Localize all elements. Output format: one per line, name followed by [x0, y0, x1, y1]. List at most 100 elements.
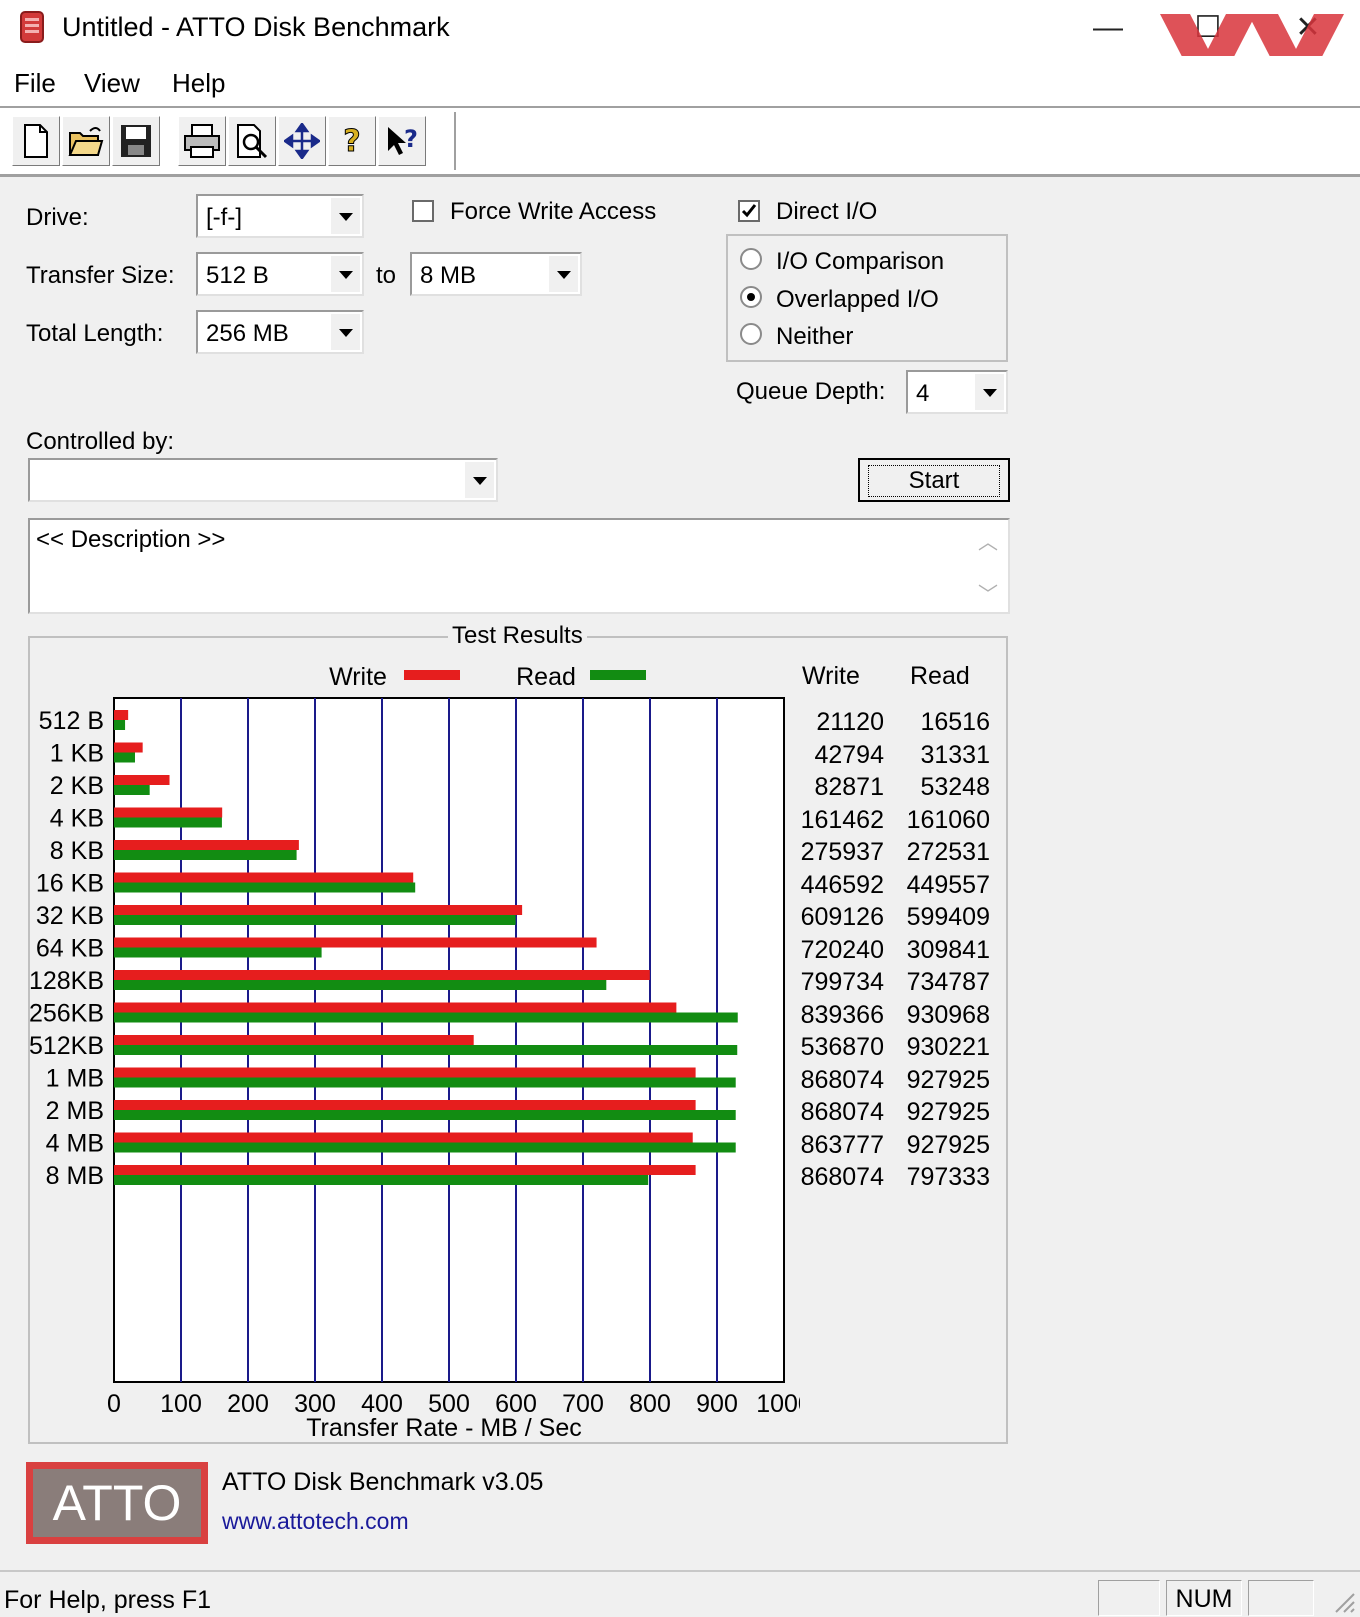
legend-read-swatch — [590, 670, 646, 680]
version-text: ATTO Disk Benchmark v3.05 — [222, 1468, 544, 1496]
y-label-4: 8 KB — [50, 837, 104, 865]
menu-view[interactable]: View — [84, 68, 140, 99]
chevron-down-icon[interactable] — [330, 198, 360, 234]
print-preview-icon[interactable] — [228, 116, 276, 166]
read-value: 797333 — [906, 1163, 990, 1191]
x-tick-200: 200 — [227, 1390, 269, 1418]
read-value: 449557 — [906, 870, 990, 899]
controlled-by-label: Controlled by: — [26, 428, 175, 455]
chevron-down-icon[interactable] — [548, 256, 578, 292]
y-label-6: 32 KB — [36, 902, 104, 930]
y-label-0: 512 B — [39, 707, 104, 735]
context-help-icon[interactable]: ? — [378, 116, 426, 166]
bar-read-8 — [114, 980, 607, 990]
bar-read-7 — [114, 947, 322, 958]
chevron-down-icon[interactable] — [464, 462, 494, 498]
x-tick-800: 800 — [629, 1390, 671, 1418]
write-value: 868074 — [800, 1163, 884, 1191]
read-value: 927925 — [906, 1065, 990, 1094]
drive-select[interactable]: [-f-] — [196, 194, 364, 238]
chevron-down-icon[interactable] — [330, 314, 360, 350]
force-write-checkbox[interactable] — [412, 200, 434, 222]
open-folder-icon[interactable] — [62, 116, 110, 166]
write-value: 536870 — [800, 1033, 884, 1061]
direct-io-checkbox[interactable] — [738, 200, 760, 222]
status-divider — [0, 1570, 1360, 1572]
col-read-header: Read — [910, 662, 970, 690]
bar-write-7 — [114, 937, 597, 948]
app-disk-icon[interactable] — [18, 10, 46, 44]
status-panel-scroll — [1248, 1580, 1314, 1616]
svg-text:?: ? — [404, 125, 418, 153]
status-panel-num: NUM — [1166, 1580, 1242, 1616]
controlled-by-select[interactable] — [28, 458, 498, 502]
scroll-down-icon[interactable]: ﹀ — [978, 578, 998, 607]
x-axis-label: Transfer Rate - MB / Sec — [306, 1414, 582, 1442]
bar-read-5 — [114, 882, 416, 893]
chevron-down-icon[interactable] — [974, 374, 1004, 410]
read-value: 31331 — [920, 740, 990, 769]
transfer-size-to-select[interactable]: 8 MB — [410, 252, 582, 296]
read-value: 927925 — [906, 1130, 990, 1159]
overlapped-io-label: Overlapped I/O — [776, 286, 939, 313]
read-value: 930968 — [906, 1000, 990, 1029]
bar-write-4 — [114, 840, 299, 850]
bar-read-4 — [114, 850, 297, 860]
bar-write-0 — [114, 710, 129, 720]
transfer-size-from-select[interactable]: 512 B — [196, 252, 364, 296]
description-textarea[interactable]: << Description >> ︿ ﹀ — [28, 518, 1010, 614]
neither-radio[interactable] — [740, 323, 762, 345]
bar-read-1 — [114, 752, 135, 763]
legend-read-label: Read — [516, 663, 576, 691]
x-tick-1000: 1000 — [756, 1390, 800, 1418]
new-file-icon[interactable] — [12, 116, 60, 166]
transfer-rate-chart: Write Read 512 B 1 KB 2 KB 4 KB 8 KB 16 KB 32 … — [30, 663, 800, 1442]
bar-read-0 — [114, 720, 126, 730]
scroll-up-icon[interactable]: ︿ — [978, 526, 998, 555]
y-label-10: 512KB — [30, 1032, 104, 1060]
y-label-9: 256KB — [30, 1000, 104, 1028]
help-icon[interactable]: ? — [328, 116, 376, 166]
print-icon[interactable] — [178, 116, 226, 166]
x-tick-0: 0 — [107, 1390, 121, 1418]
queue-depth-value: 4 — [916, 380, 930, 407]
legend-write-swatch — [404, 670, 460, 680]
website-link[interactable]: www.attotech.com — [222, 1508, 409, 1535]
bar-read-14 — [114, 1175, 649, 1185]
total-length-select[interactable]: 256 MB — [196, 310, 364, 354]
start-button[interactable]: Start — [858, 458, 1010, 502]
write-value: 42794 — [814, 740, 884, 769]
write-value: 720240 — [800, 935, 884, 964]
bar-read-12 — [114, 1110, 736, 1120]
menu-file[interactable]: File — [14, 68, 56, 99]
bar-read-6 — [114, 915, 516, 925]
legend-write-label: Write — [329, 663, 387, 691]
transfer-to-value: 8 MB — [420, 262, 477, 289]
write-value: 839366 — [800, 1000, 884, 1029]
checkmark-icon — [741, 204, 757, 218]
atto-logo: ATTO — [26, 1462, 208, 1544]
bar-write-9 — [114, 1002, 677, 1013]
y-label-3: 4 KB — [50, 805, 104, 833]
queue-depth-select[interactable]: 4 — [906, 370, 1008, 414]
move-icon[interactable] — [278, 116, 326, 166]
menu-help[interactable]: Help — [172, 68, 225, 99]
minimize-button[interactable]: — — [1085, 8, 1131, 48]
col-write-header: Write — [802, 662, 860, 690]
resize-grip-icon[interactable] — [1332, 1590, 1356, 1614]
write-value: 275937 — [800, 838, 884, 866]
write-value: 609126 — [800, 903, 884, 931]
overlapped-io-radio[interactable] — [740, 286, 762, 308]
y-label-12: 2 MB — [46, 1097, 104, 1125]
start-label: Start — [867, 465, 1001, 497]
direct-io-label: Direct I/O — [776, 198, 878, 225]
y-label-14: 8 MB — [46, 1162, 104, 1190]
bar-read-10 — [114, 1045, 738, 1055]
read-value: 930221 — [906, 1033, 990, 1061]
read-value: 927925 — [906, 1098, 990, 1126]
io-comparison-radio[interactable] — [740, 248, 762, 270]
chevron-down-icon[interactable] — [330, 256, 360, 292]
y-label-8: 128KB — [30, 967, 104, 995]
write-value: 82871 — [814, 773, 884, 801]
save-disk-icon[interactable] — [112, 116, 160, 166]
